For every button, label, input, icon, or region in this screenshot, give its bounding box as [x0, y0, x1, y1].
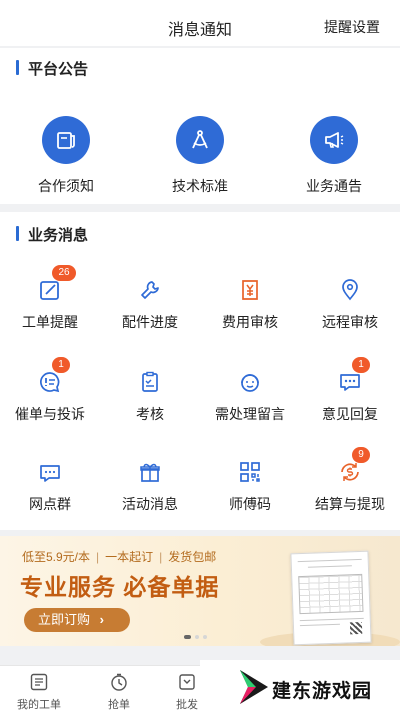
edit-icon: 26	[38, 265, 76, 302]
tab-label: 抢单	[108, 699, 130, 711]
wrench-icon	[138, 278, 162, 302]
business-item-pending-messages[interactable]: 需处理留言	[200, 370, 300, 424]
business-item-label: 考核	[136, 406, 164, 422]
business-item-label: 工单提醒	[22, 314, 78, 330]
settlement-badge: 9	[352, 447, 370, 463]
feedback-reply-badge: 1	[352, 357, 370, 373]
watermark: 建东游戏园	[200, 660, 400, 711]
banner-min-order: 一本起订	[105, 550, 154, 564]
business-item-label: 费用审核	[222, 314, 278, 330]
business-item-label: 意见回复	[322, 406, 378, 422]
notice-label: 业务通告	[306, 178, 362, 194]
pagination-dot	[184, 635, 191, 639]
business-item-label: 配件进度	[122, 314, 178, 330]
banner-pagination	[184, 635, 207, 639]
platform-section-title: 平台公告	[16, 58, 88, 79]
cart-icon	[177, 672, 197, 692]
clipboard-icon	[138, 370, 162, 394]
order-now-label: 立即订购	[38, 612, 91, 627]
business-item-label: 网点群	[29, 496, 71, 512]
platform-announcement-card: 平台公告 合作须知 技术标准 业务通告	[0, 48, 400, 204]
banner-headline: 专业服务 必备单据	[20, 574, 220, 600]
business-item-work-order[interactable]: 26 工单提醒	[0, 265, 100, 332]
business-section-title: 业务消息	[16, 224, 88, 245]
promo-banner[interactable]: 低至5.9元/本 | 一本起订 | 发货包邮 专业服务 必备单据 立即订购 ›	[0, 536, 400, 646]
tab-label: 我的工单	[17, 699, 61, 711]
document-icon	[42, 116, 90, 164]
alert-chat-icon: 1	[38, 357, 70, 394]
qrcode-icon	[238, 460, 262, 484]
business-item-assessment[interactable]: 考核	[100, 370, 200, 424]
notice-label: 合作须知	[38, 178, 94, 194]
business-item-parts-progress[interactable]: 配件进度	[100, 278, 200, 332]
top-bar: 消息通知 提醒设置	[0, 0, 400, 46]
message-dots-icon: 1	[338, 357, 370, 394]
megaphone-icon	[310, 116, 358, 164]
compass-icon	[176, 116, 224, 164]
business-item-label: 师傅码	[229, 496, 271, 512]
banner-subtitle: 低至5.9元/本 | 一本起订 | 发货包邮	[22, 548, 216, 565]
location-icon	[338, 278, 362, 302]
order-now-button[interactable]: 立即订购 ›	[24, 608, 130, 632]
business-item-feedback-reply[interactable]: 1 意见回复	[300, 357, 400, 424]
business-item-label: 催单与投诉	[15, 406, 85, 422]
business-item-label: 结算与提现	[315, 496, 385, 512]
group-chat-icon	[38, 460, 62, 484]
business-item-urge-complaint[interactable]: 1 催单与投诉	[0, 357, 100, 424]
business-item-label: 远程审核	[322, 314, 378, 330]
reminder-settings-button[interactable]: 提醒设置	[324, 17, 380, 37]
business-item-remote-review[interactable]: 远程审核	[300, 278, 400, 332]
business-item-fee-review[interactable]: 费用审核	[200, 278, 300, 332]
list-icon	[29, 672, 49, 692]
tab-grab-order[interactable]: 抢单	[89, 672, 149, 711]
banner-separator: |	[96, 550, 100, 564]
notice-item-business-notice[interactable]: 业务通告	[279, 116, 389, 196]
business-item-label: 活动消息	[122, 496, 178, 512]
smile-icon	[238, 370, 262, 394]
watermark-text: 建东游戏园	[272, 681, 373, 702]
business-item-master-code[interactable]: 师傅码	[200, 460, 300, 514]
urge-complaint-badge: 1	[52, 357, 70, 373]
notice-label: 技术标准	[172, 178, 228, 194]
business-item-settlement-withdraw[interactable]: 9 结算与提现	[300, 447, 400, 514]
tab-my-work-orders[interactable]: 我的工单	[9, 672, 69, 711]
notice-item-technical[interactable]: 技术标准	[145, 116, 255, 196]
gift-icon	[138, 460, 162, 484]
receipt-document-image	[290, 550, 372, 646]
pagination-dot	[203, 635, 207, 639]
banner-price: 低至5.9元/本	[22, 550, 91, 564]
business-item-activity[interactable]: 活动消息	[100, 460, 200, 514]
yuan-icon	[238, 278, 262, 302]
work-order-badge: 26	[52, 265, 76, 281]
business-item-label: 需处理留言	[215, 406, 285, 422]
business-message-card: 业务消息 26 工单提醒 配件进度 费用审核 远程审核 1 催单与投诉 考核 需…	[0, 212, 400, 530]
business-item-outlet-group[interactable]: 网点群	[0, 460, 100, 514]
banner-shipping: 发货包邮	[168, 550, 217, 564]
watermark-logo-icon	[236, 668, 272, 706]
timer-icon	[109, 672, 129, 692]
banner-separator: |	[159, 550, 163, 564]
chevron-right-icon: ›	[99, 612, 104, 627]
money-cycle-icon: 9	[338, 447, 370, 484]
notice-item-cooperation[interactable]: 合作须知	[11, 116, 121, 196]
pagination-dot	[195, 635, 199, 639]
